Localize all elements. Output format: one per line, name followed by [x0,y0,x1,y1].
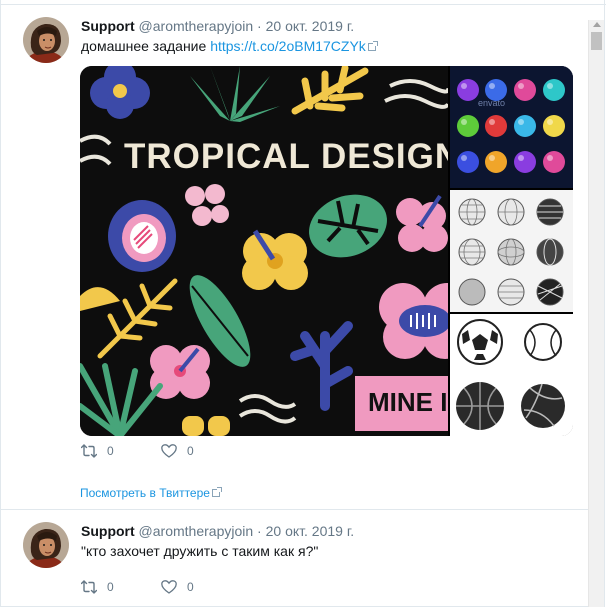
view-on-twitter-label[interactable]: Посмотреть в Твиттере [80,486,210,500]
author-name[interactable]: Support [81,523,135,539]
tweet-text-body: "кто захочет дружить с таким как я?" [81,543,319,559]
tweet-date[interactable]: 20 окт. 2019 г. [266,18,355,34]
top-divider [1,0,606,5]
tweet-text: "кто захочет дружить с таким как я?" [81,543,318,559]
vertical-scrollbar[interactable] [588,20,604,607]
tweet-text: домашнее задание https://t.co/2oBM17CZYk [81,38,378,54]
separator-dot: · [257,523,262,539]
author-handle[interactable]: @aromtherapyjoin [139,523,254,539]
tweet-date[interactable]: 20 окт. 2019 г. [266,523,355,539]
tweet-text-body: домашнее задание [81,38,207,54]
retweet-action[interactable]: 0 [81,580,114,594]
corner-label-text: MINE I [368,387,447,417]
media-grid[interactable]: TROPICAL DESIGN E [80,66,573,436]
tweet-item[interactable]: Support @aromtherapyjoin · 20 окт. 2019 … [1,6,589,510]
external-link-icon [211,487,222,497]
author-handle[interactable]: @aromtherapyjoin [139,18,254,34]
timeline-frame: Support @aromtherapyjoin · 20 окт. 2019 … [0,0,606,607]
heart-icon [161,580,177,594]
media-sports-balls-image[interactable] [450,314,573,436]
retweet-icon [81,444,97,458]
retweet-count: 0 [107,580,114,594]
tweet-header: Support @aromtherapyjoin · 20 окт. 2019 … [81,18,354,34]
author-name[interactable]: Support [81,18,135,34]
like-count: 0 [187,444,194,458]
view-on-twitter-link[interactable]: Посмотреть в Твиттере [80,486,222,500]
tweet-header: Support @aromtherapyjoin · 20 окт. 2019 … [81,523,354,539]
avatar[interactable] [23,522,69,568]
separator-dot: · [257,18,262,34]
retweet-icon [81,580,97,594]
heart-icon [161,444,177,458]
media-wire-spheres-image[interactable] [450,190,573,312]
scroll-up-arrow-icon[interactable] [593,22,601,27]
tweet-item[interactable]: Support @aromtherapyjoin · 20 окт. 2019 … [1,511,589,607]
retweet-action[interactable]: 0 [81,444,114,458]
like-action[interactable]: 0 [161,580,194,594]
media-colorful-balls-image[interactable]: envato [450,66,573,188]
retweet-count: 0 [107,444,114,458]
tweet-link[interactable]: https://t.co/2oBM17CZYk [210,38,366,54]
media-side-column: envato [450,66,573,436]
scroll-thumb[interactable] [591,32,602,50]
like-action[interactable]: 0 [161,444,194,458]
media-tropical-image[interactable]: TROPICAL DESIGN E [80,66,495,436]
external-link-icon [367,41,378,51]
avatar[interactable] [23,17,69,63]
like-count: 0 [187,580,194,594]
banner-text: TROPICAL DESIGN E [124,137,448,176]
